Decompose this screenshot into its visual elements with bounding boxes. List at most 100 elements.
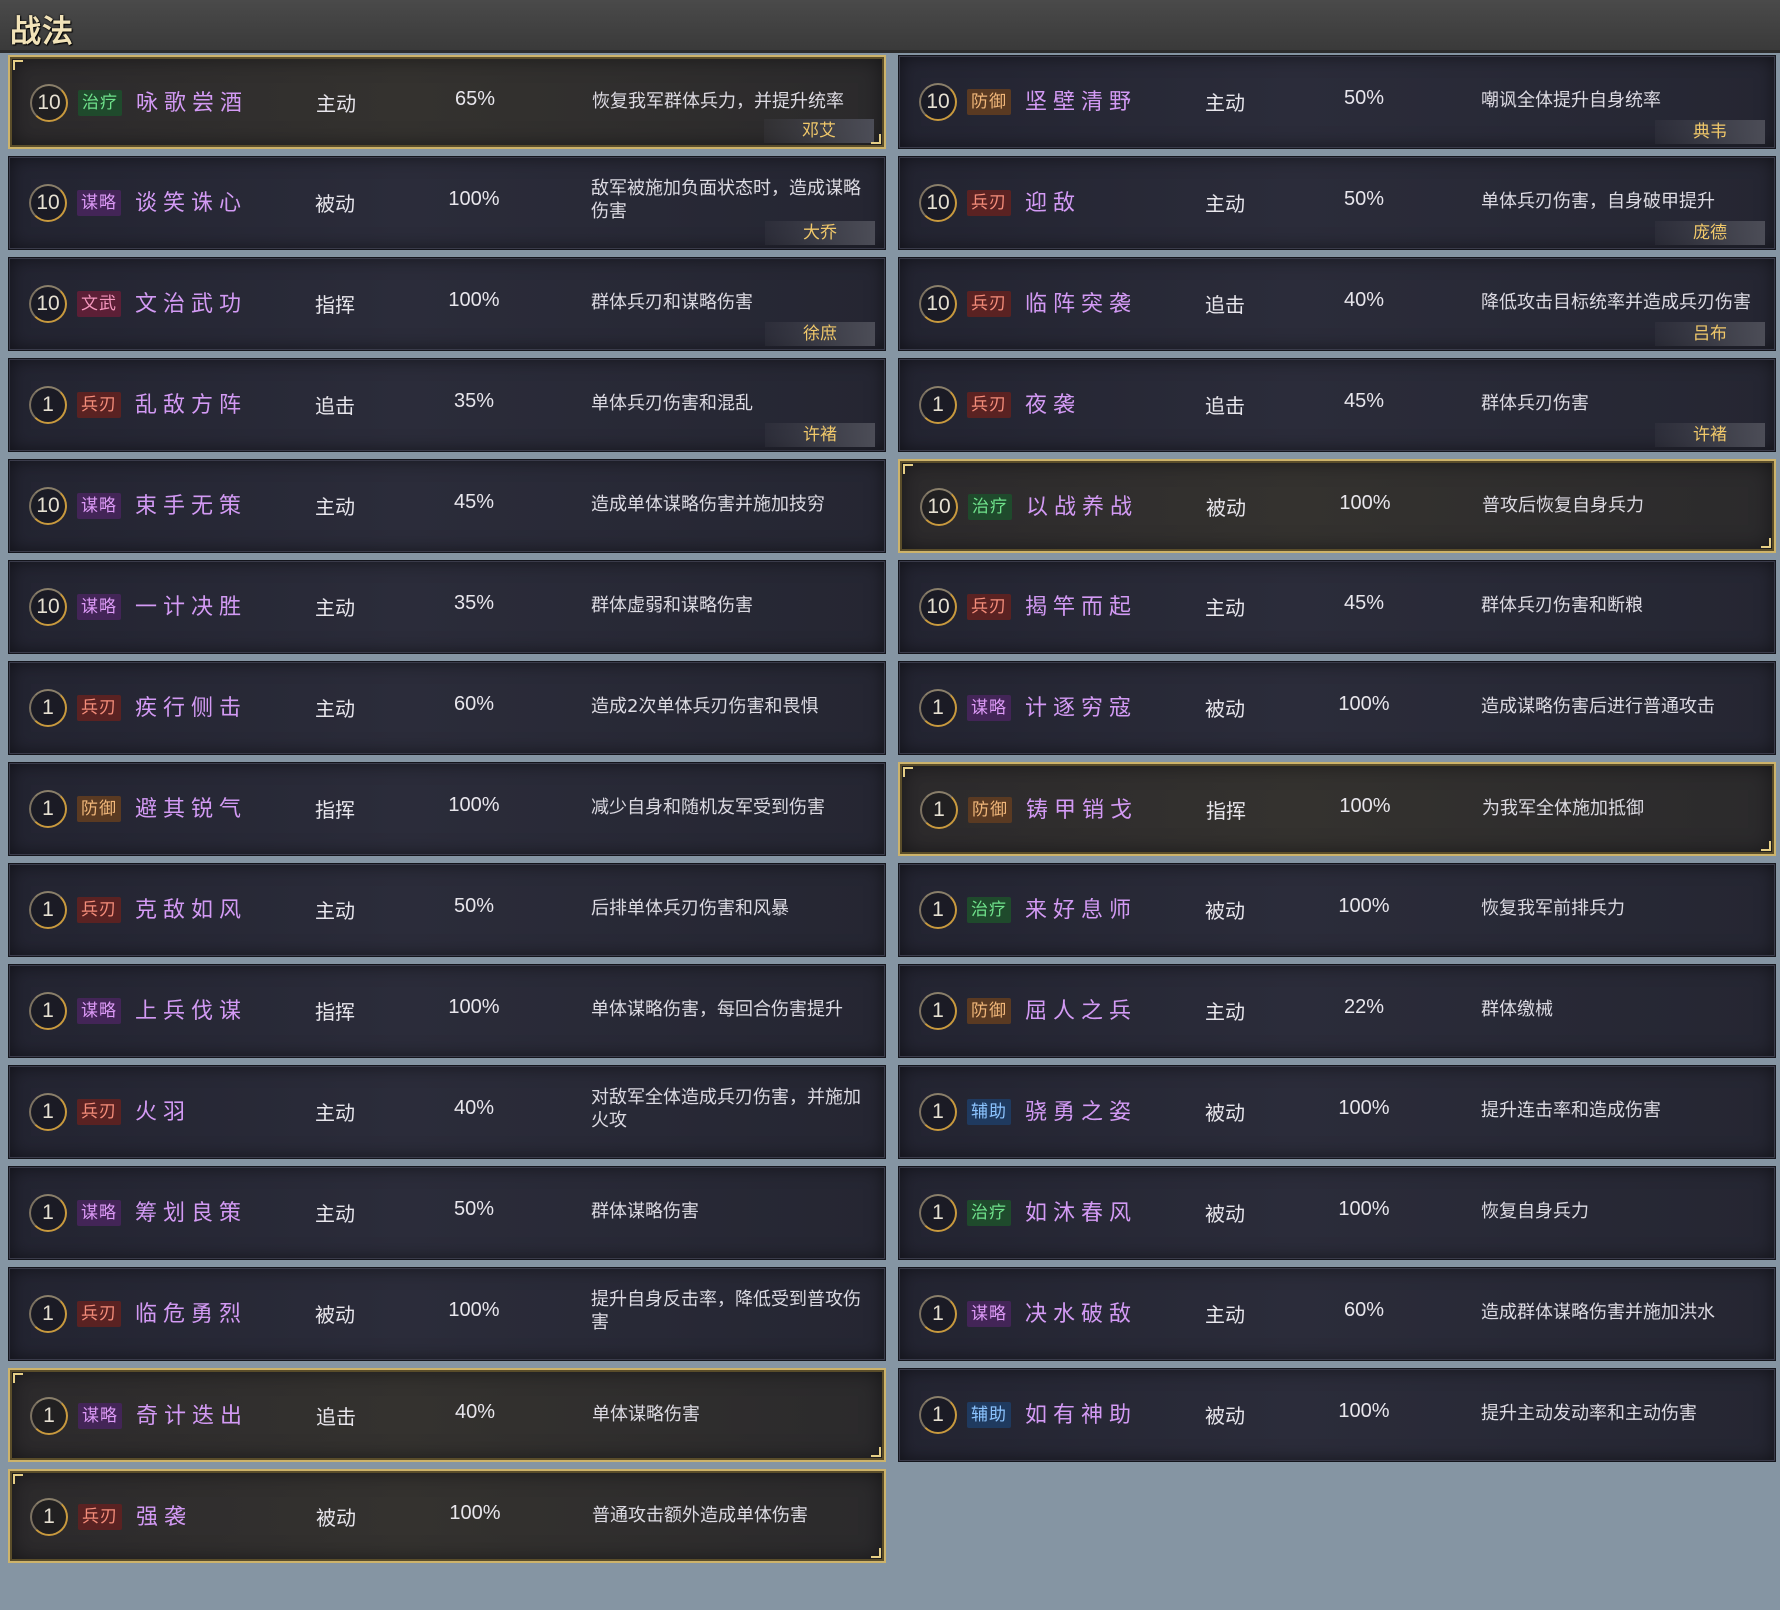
trigger-rate: 50% (1343, 188, 1385, 210)
skill-type: 被动 (1205, 697, 1245, 721)
skill-row[interactable]: 1 谋略 上兵伐谋 指挥 100% 单体谋略伤害，每回合伤害提升 (8, 964, 886, 1058)
skill-description: 造成群体谋略伤害并施加洪水 (1481, 1302, 1715, 1323)
level-badge: 1 (29, 790, 67, 828)
skill-name: 筹划良策 (135, 1201, 248, 1226)
trigger-rate: 45% (453, 491, 495, 513)
skill-row[interactable]: 1 防御 避其锐气 指挥 100% 减少自身和随机友军受到伤害 (8, 762, 886, 856)
skill-description: 造成2次单体兵刃伤害和畏惧 (591, 696, 819, 717)
skill-description: 嘲讽全体提升自身统率 (1481, 90, 1661, 111)
level-badge: 1 (919, 1295, 957, 1333)
level-badge: 1 (29, 891, 67, 929)
skill-row[interactable]: 10 治疗 以战养战 被动 100% 普攻后恢复自身兵力 (898, 459, 1776, 553)
skill-category-tag: 兵刃 (77, 392, 121, 418)
skill-type: 主动 (1205, 1303, 1245, 1327)
skill-row[interactable]: 1 兵刃 乱敌方阵 追击 35% 单体兵刃伤害和混乱 许褚 (8, 358, 886, 452)
skill-row[interactable]: 10 文武 文治武功 指挥 100% 群体兵刃和谋略伤害 徐庶 (8, 257, 886, 351)
skill-name: 强袭 (136, 1505, 193, 1530)
skill-row[interactable]: 1 兵刃 夜袭 追击 45% 群体兵刃伤害 许褚 (898, 358, 1776, 452)
skill-category-tag: 治疗 (967, 897, 1011, 923)
skill-row[interactable]: 1 防御 屈人之兵 主动 22% 群体缴械 (898, 964, 1776, 1058)
skill-row[interactable]: 1 兵刃 强袭 被动 100% 普通攻击额外造成单体伤害 (8, 1469, 886, 1563)
level-badge: 10 (919, 285, 957, 323)
skill-row[interactable]: 1 谋略 决水破敌 主动 60% 造成群体谋略伤害并施加洪水 (898, 1267, 1776, 1361)
skill-row[interactable]: 10 谋略 束手无策 主动 45% 造成单体谋略伤害并施加技穷 (8, 459, 886, 553)
skill-type: 被动 (1205, 1202, 1245, 1226)
skill-row[interactable]: 10 兵刃 临阵突袭 追击 40% 降低攻击目标统率并造成兵刃伤害 吕布 (898, 257, 1776, 351)
skill-category-tag: 谋略 (967, 695, 1011, 721)
skill-type: 被动 (1205, 1404, 1245, 1428)
skill-description: 单体谋略伤害，每回合伤害提升 (591, 999, 843, 1020)
level-badge: 1 (920, 791, 958, 829)
skill-type: 主动 (316, 92, 356, 116)
skill-type: 被动 (1206, 496, 1246, 520)
owner-general-label: 典韦 (1655, 120, 1765, 144)
skill-description: 恢复自身兵力 (1481, 1201, 1589, 1222)
skill-row[interactable]: 1 治疗 如沐春风 被动 100% 恢复自身兵力 (898, 1166, 1776, 1260)
skill-description: 单体谋略伤害 (592, 1404, 700, 1425)
skill-category-tag: 谋略 (967, 1301, 1011, 1327)
skill-description: 敌军被施加负面状态时，造成谋略伤害 (591, 178, 861, 222)
skill-row[interactable]: 10 谋略 一计决胜 主动 35% 群体虚弱和谋略伤害 (8, 560, 886, 654)
skill-category-tag: 谋略 (77, 493, 121, 519)
skill-name: 如有神助 (1025, 1403, 1138, 1428)
owner-general-label: 吕布 (1655, 322, 1765, 346)
level-badge: 1 (919, 1396, 957, 1434)
trigger-rate: 65% (454, 88, 496, 110)
skill-category-tag: 治疗 (968, 494, 1012, 520)
skill-type: 追击 (1205, 293, 1245, 317)
skill-row[interactable]: 1 谋略 筹划良策 主动 50% 群体谋略伤害 (8, 1166, 886, 1260)
skill-row[interactable]: 1 兵刃 疾行侧击 主动 60% 造成2次单体兵刃伤害和畏惧 (8, 661, 886, 755)
skill-row[interactable]: 1 谋略 奇计迭出 追击 40% 单体谋略伤害 (8, 1368, 886, 1462)
skill-row[interactable]: 10 谋略 谈笑诛心 被动 100% 敌军被施加负面状态时，造成谋略伤害 大乔 (8, 156, 886, 250)
skill-description: 群体兵刃伤害 (1481, 393, 1589, 414)
level-badge: 1 (29, 1295, 67, 1333)
skill-type: 被动 (315, 1303, 355, 1327)
level-badge: 10 (919, 83, 957, 121)
trigger-rate: 60% (1343, 1299, 1385, 1321)
skill-row[interactable]: 1 兵刃 火羽 主动 40% 对敌军全体造成兵刃伤害，并施加火攻 (8, 1065, 886, 1159)
skill-row[interactable]: 1 辅助 骁勇之姿 被动 100% 提升连击率和造成伤害 (898, 1065, 1776, 1159)
skill-row[interactable]: 1 兵刃 临危勇烈 被动 100% 提升自身反击率，降低受到普攻伤害 (8, 1267, 886, 1361)
skill-row[interactable]: 1 防御 铸甲销戈 指挥 100% 为我军全体施加抵御 (898, 762, 1776, 856)
skill-row[interactable]: 10 兵刃 揭竿而起 主动 45% 群体兵刃伤害和断粮 (898, 560, 1776, 654)
skill-description: 造成谋略伤害后进行普通攻击 (1481, 696, 1715, 717)
skill-row[interactable]: 1 辅助 如有神助 被动 100% 提升主动发动率和主动伤害 (898, 1368, 1776, 1462)
level-badge: 1 (29, 1093, 67, 1131)
skill-name: 临阵突袭 (1025, 292, 1138, 317)
trigger-rate: 100% (1338, 1097, 1390, 1119)
skill-type: 主动 (315, 1202, 355, 1226)
skill-description: 群体谋略伤害 (591, 1201, 699, 1222)
trigger-rate: 50% (453, 1198, 495, 1220)
skill-list-right: 10 防御 坚壁清野 主动 50% 嘲讽全体提升自身统率 典韦 10 兵刃 迎敌 主动 50% 单体兵刃… (898, 55, 1776, 1469)
skill-category-tag: 辅助 (967, 1402, 1011, 1428)
skill-category-tag: 兵刃 (77, 1301, 121, 1327)
skill-row[interactable]: 10 兵刃 迎敌 主动 50% 单体兵刃伤害，自身破甲提升 庞德 (898, 156, 1776, 250)
skill-row[interactable]: 1 治疗 来好息师 被动 100% 恢复我军前排兵力 (898, 863, 1776, 957)
trigger-rate: 100% (1339, 492, 1391, 514)
skill-type: 追击 (315, 394, 355, 418)
skill-type: 主动 (315, 495, 355, 519)
skill-row[interactable]: 10 防御 坚壁清野 主动 50% 嘲讽全体提升自身统率 典韦 (898, 55, 1776, 149)
trigger-rate: 40% (1343, 289, 1385, 311)
skill-category-tag: 谋略 (78, 1403, 122, 1429)
level-badge: 1 (919, 891, 957, 929)
skill-description: 提升主动发动率和主动伤害 (1481, 1403, 1697, 1424)
skill-row[interactable]: 1 兵刃 克敌如风 主动 50% 后排单体兵刃伤害和风暴 (8, 863, 886, 957)
trigger-rate: 40% (453, 1097, 495, 1119)
level-badge: 10 (29, 285, 67, 323)
level-badge: 1 (30, 1397, 68, 1435)
skill-name: 揭竿而起 (1025, 595, 1138, 620)
skill-category-tag: 兵刃 (77, 695, 121, 721)
skill-name: 克敌如风 (135, 898, 248, 923)
skill-type: 主动 (1205, 192, 1245, 216)
skill-type: 指挥 (315, 798, 355, 822)
skill-row[interactable]: 10 治疗 咏歌尝酒 主动 65% 恢复我军群体兵力，并提升统率 邓艾 (8, 55, 886, 149)
skill-type: 指挥 (1206, 799, 1246, 823)
trigger-rate: 22% (1343, 996, 1385, 1018)
skill-description: 提升连击率和造成伤害 (1481, 1100, 1661, 1121)
owner-general-label: 许褚 (1655, 423, 1765, 447)
skill-description: 提升自身反击率，降低受到普攻伤害 (591, 1289, 861, 1333)
trigger-rate: 45% (1343, 592, 1385, 614)
skill-row[interactable]: 1 谋略 计逐穷寇 被动 100% 造成谋略伤害后进行普通攻击 (898, 661, 1776, 755)
skill-category-tag: 兵刃 (967, 594, 1011, 620)
